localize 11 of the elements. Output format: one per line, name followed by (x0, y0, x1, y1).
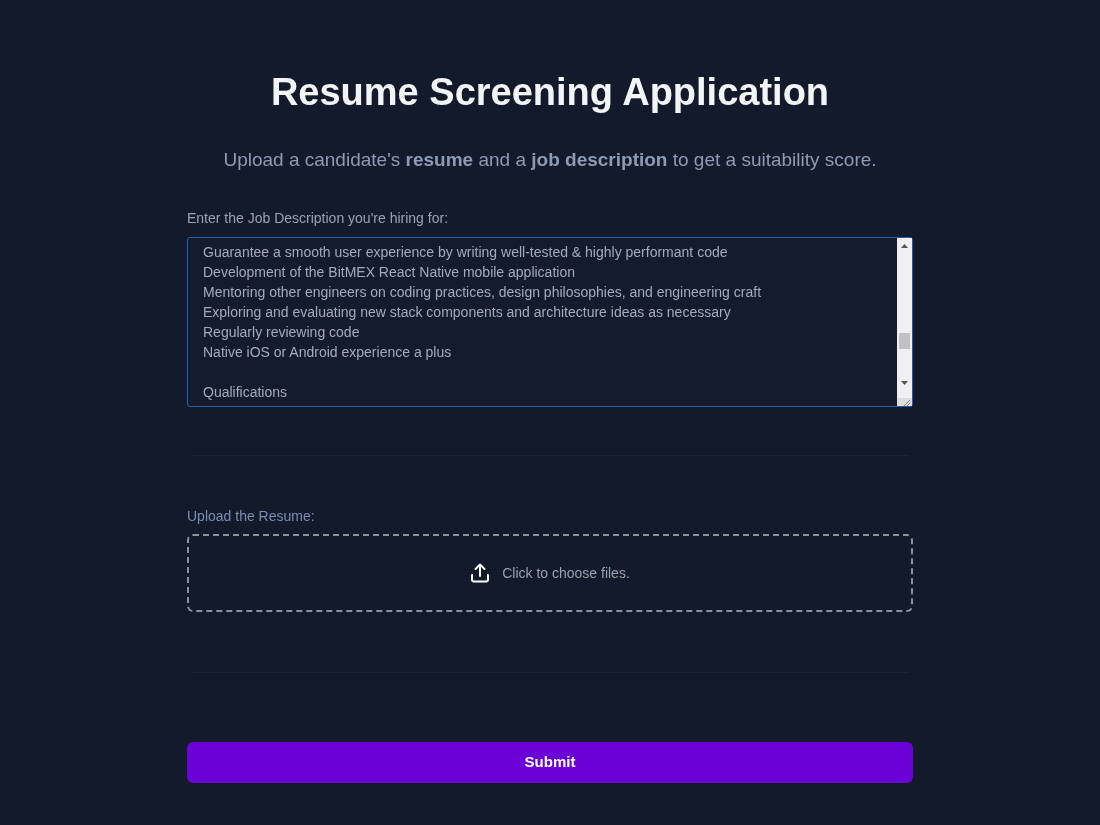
submit-button[interactable]: Submit (187, 742, 913, 783)
page-subtitle: Upload a candidate's resume and a job description to get a suitability score. (223, 148, 877, 172)
resize-handle-icon[interactable] (897, 398, 912, 406)
field-label: Enter the Job Description you're hiring for: (187, 209, 449, 228)
upload-prompt: Click to choose files. (502, 564, 630, 583)
scrollbar[interactable] (897, 238, 912, 398)
job-description-field[interactable]: Guarantee a smooth user experience by writing well-tested & highly performant code Development of the BitMEX React Native mobile application Mentoring other engineers on coding practices, design philosophies, and engineering craft Exploring and evaluating new stack components and architecture ideas as necessary Regularly reviewing code Native iOS or Android experience a plus Qualifications (187, 237, 913, 407)
page-title: Resume Screening Application (270, 70, 830, 115)
upload-icon (470, 563, 491, 583)
field-label: Upload the Resume: (187, 507, 315, 526)
file-drop-zone[interactable]: Click to choose files. (187, 534, 913, 612)
